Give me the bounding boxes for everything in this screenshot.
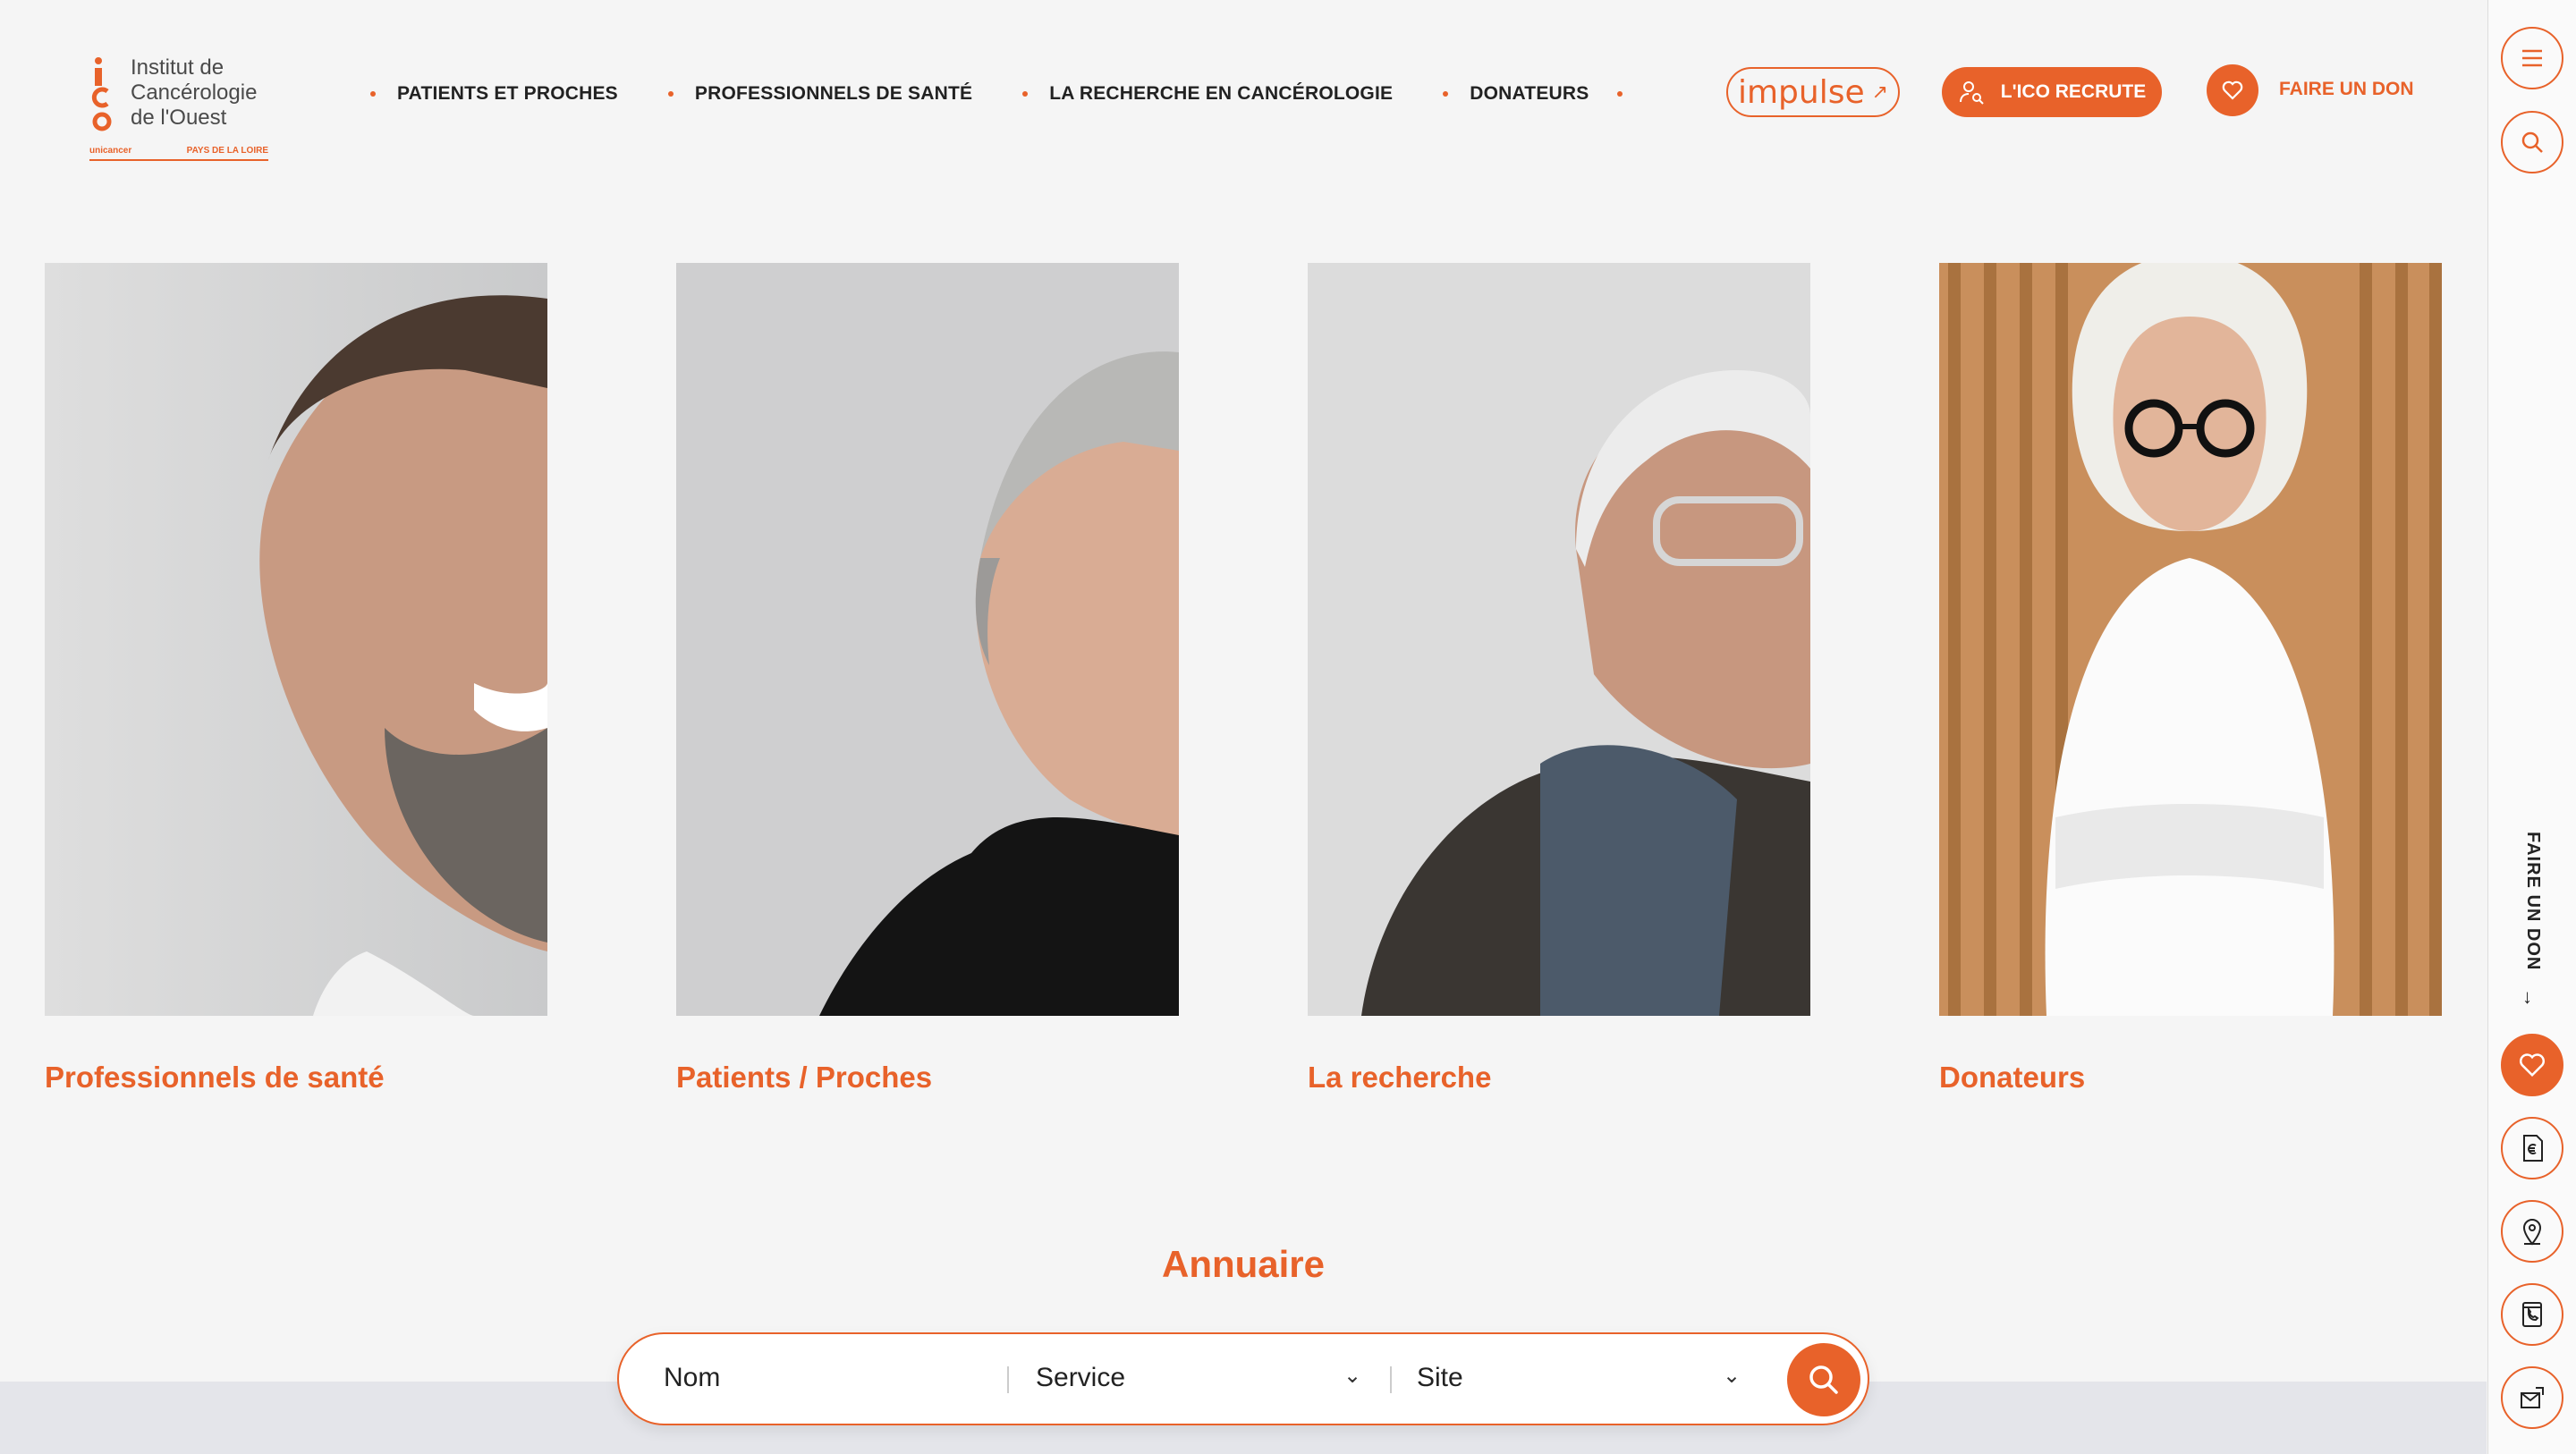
logo-wordmark: Institut de Cancérologie de l'Ouest bbox=[131, 55, 258, 130]
annuaire-search-bar: Nom Service ⌄ Site ⌄ bbox=[617, 1332, 1869, 1425]
chevron-down-icon[interactable]: ⌄ bbox=[1723, 1363, 1741, 1389]
right-utility-rail: FAIRE UN DON ↓ bbox=[2487, 0, 2576, 1454]
search-divider bbox=[1390, 1366, 1392, 1393]
nav-patients-proches[interactable]: PATIENTS ET PROCHES bbox=[370, 83, 618, 105]
heart-icon bbox=[2222, 80, 2243, 100]
rail-donate-button[interactable] bbox=[2501, 1034, 2563, 1096]
card-professionnels-sante[interactable]: Professionnels de santé bbox=[45, 263, 547, 1094]
nav-bullet-icon bbox=[1022, 91, 1029, 97]
recrute-label: L'ICO RECRUTE bbox=[2000, 81, 2147, 102]
photo-man-smiling bbox=[45, 263, 547, 1016]
region-label: PAYS DE LA LOIRE bbox=[186, 145, 268, 156]
rail-location-button[interactable] bbox=[2501, 1200, 2563, 1263]
phone-book-icon bbox=[2522, 1302, 2542, 1327]
rail-contact-button[interactable] bbox=[2501, 1283, 2563, 1346]
search-icon bbox=[2521, 131, 2543, 153]
card-title[interactable]: Patients / Proches bbox=[676, 1061, 932, 1095]
user-search-icon bbox=[1959, 81, 1984, 105]
heart-icon bbox=[2520, 1053, 2545, 1078]
rail-donate-label: FAIRE UN DON bbox=[2523, 832, 2543, 971]
mail-icon bbox=[2521, 1387, 2544, 1408]
card-title[interactable]: La recherche bbox=[1308, 1061, 1491, 1095]
euro-document-icon bbox=[2523, 1135, 2543, 1162]
card-title[interactable]: Professionnels de santé bbox=[45, 1061, 385, 1095]
location-pin-icon bbox=[2522, 1219, 2542, 1246]
site-select[interactable]: Site bbox=[1417, 1363, 1463, 1393]
chevron-down-icon[interactable]: ⌄ bbox=[1343, 1363, 1361, 1389]
rail-search-button[interactable] bbox=[2501, 111, 2563, 173]
rail-mail-button[interactable] bbox=[2501, 1366, 2563, 1429]
menu-button[interactable] bbox=[2501, 27, 2563, 89]
card-recherche[interactable]: La recherche bbox=[1308, 263, 1810, 1094]
donate-link[interactable]: FAIRE UN DON bbox=[2279, 79, 2414, 100]
rail-donate-link[interactable]: FAIRE UN DON ↓ bbox=[2515, 832, 2551, 1010]
donate-heart-button[interactable] bbox=[2207, 64, 2258, 116]
service-select[interactable]: Service bbox=[1036, 1363, 1125, 1393]
nav-recherche-cancerologie[interactable]: LA RECHERCHE EN CANCÉROLOGIE bbox=[1022, 83, 1393, 105]
annuaire-search-button[interactable] bbox=[1787, 1343, 1860, 1416]
main-nav: PATIENTS ET PROCHES PROFESSIONNELS DE SA… bbox=[370, 80, 1623, 107]
annuaire-title: Annuaire bbox=[1161, 1243, 1326, 1285]
arrow-down-icon: ↓ bbox=[2522, 985, 2532, 1008]
nav-bullet-icon bbox=[370, 91, 376, 97]
nav-bullet-icon bbox=[667, 91, 674, 97]
name-input[interactable]: Nom bbox=[664, 1363, 720, 1393]
nav-donateurs[interactable]: DONATEURS bbox=[1443, 83, 1589, 105]
nav-bullet-icon bbox=[1443, 91, 1449, 97]
rail-tarifs-button[interactable] bbox=[2501, 1117, 2563, 1179]
search-icon bbox=[1809, 1365, 1838, 1394]
card-patients-proches[interactable]: Patients / Proches bbox=[676, 263, 1179, 1094]
nav-bullet-icon bbox=[1617, 91, 1623, 97]
photo-woman-glasses bbox=[1939, 263, 2442, 1016]
nav-professionnels-sante[interactable]: PROFESSIONNELS DE SANTÉ bbox=[667, 83, 972, 105]
ico-logo-mark-icon bbox=[91, 57, 112, 131]
photo-older-man-glasses bbox=[1308, 263, 1810, 1016]
card-title[interactable]: Donateurs bbox=[1939, 1061, 2085, 1095]
menu-icon bbox=[2522, 49, 2542, 67]
impulse-label: impulse bbox=[1737, 73, 1865, 111]
search-divider bbox=[1007, 1366, 1009, 1393]
card-donateurs[interactable]: Donateurs bbox=[1939, 263, 2442, 1094]
unicancer-label: unicancer bbox=[89, 145, 132, 156]
external-arrow-icon: ↗ bbox=[1871, 80, 1889, 104]
ico-logo[interactable]: Institut de Cancérologie de l'Ouest unic… bbox=[86, 52, 283, 166]
impulse-button[interactable]: impulse ↗ bbox=[1726, 67, 1900, 117]
photo-woman-gray-hair bbox=[676, 263, 1179, 1016]
recrute-button[interactable]: L'ICO RECRUTE bbox=[1942, 67, 2162, 117]
logo-partner-strip: unicancer PAYS DE LA LOIRE bbox=[89, 141, 268, 161]
